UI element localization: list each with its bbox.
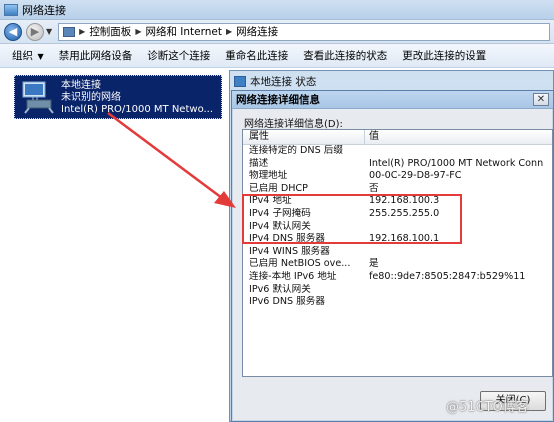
screen: 网络连接 ◀ ▶ ▼ ▶ 控制面板 ▶ 网络和 Internet ▶ 网络连接 … (0, 0, 554, 422)
arrow-line (107, 111, 223, 200)
watermark: @51CTO博客 (446, 400, 529, 415)
annotation-arrow (107, 111, 236, 208)
